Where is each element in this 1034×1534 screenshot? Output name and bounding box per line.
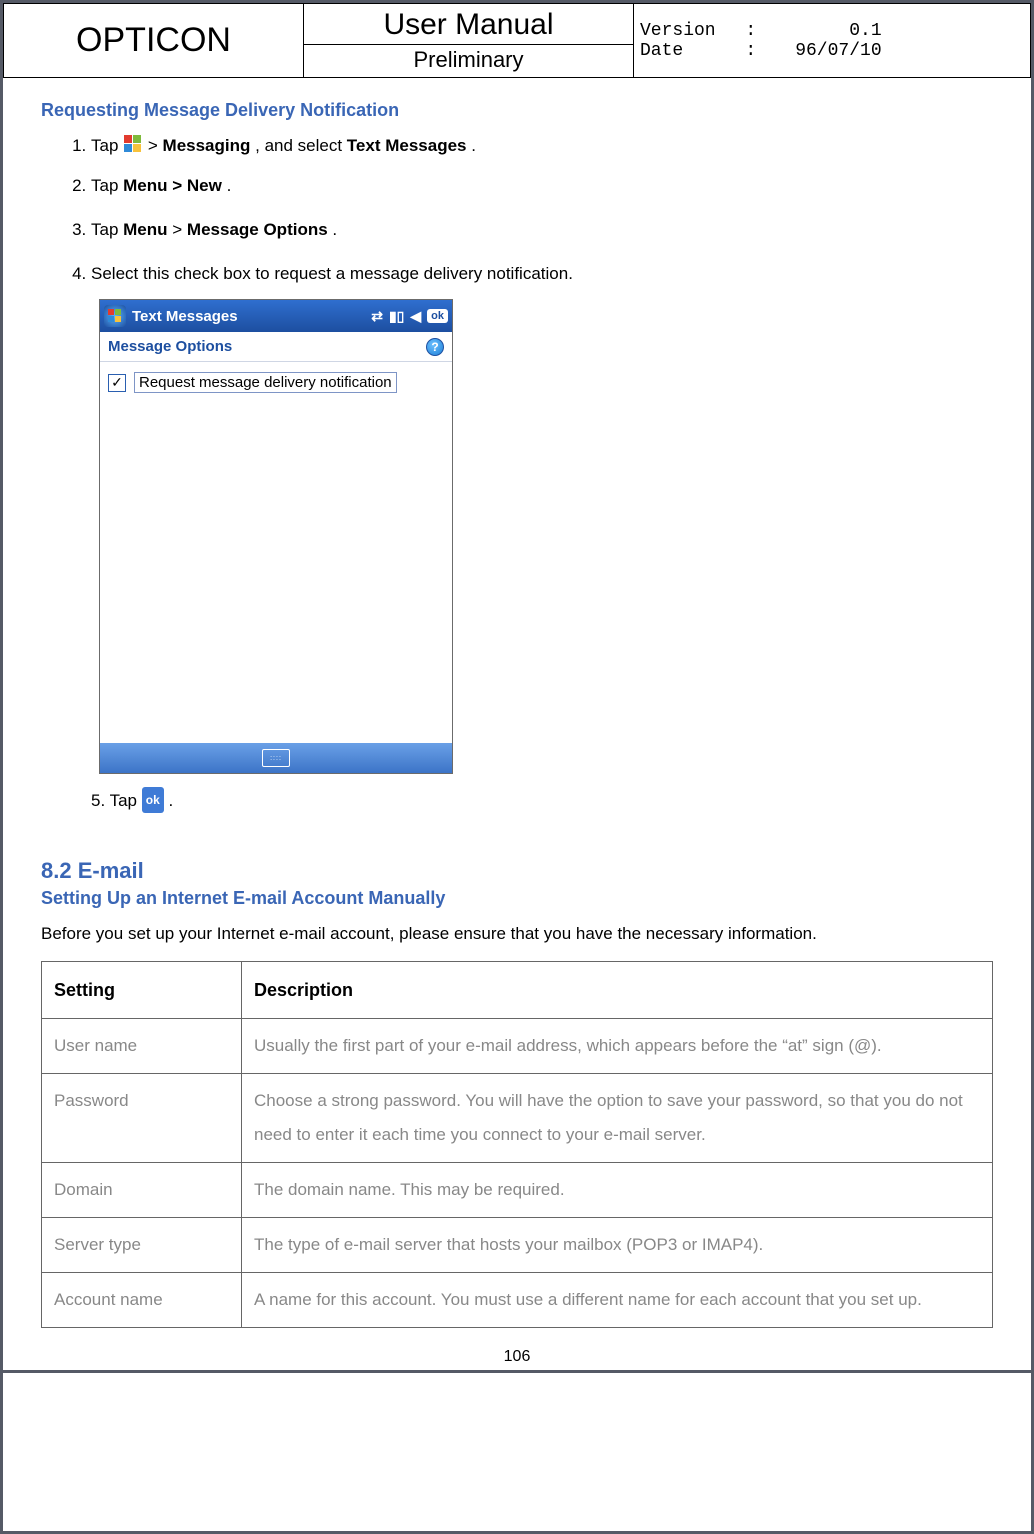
step-2-text-a: Tap (91, 176, 123, 195)
step-3-bold-options: Message Options (187, 220, 328, 239)
step-2-bold: Menu > New (123, 176, 222, 195)
step-3-text-e: . (332, 220, 337, 239)
setting-name: Server type (42, 1218, 242, 1273)
step-5-text-b: . (168, 791, 173, 810)
steps-list: Tap > Messaging , and select Text Messag… (65, 129, 993, 291)
date-value: 96/07/10 (772, 41, 882, 61)
screenshot-titlebar: Text Messages ⇄ ▮▯ ◀ ok (100, 300, 452, 332)
table-row: Domain The domain name. This may be requ… (42, 1163, 993, 1218)
setting-name: Password (42, 1074, 242, 1163)
step-3: Tap Menu > Message Options . (91, 213, 993, 247)
doc-meta: Version : 0.1 Date : 96/07/10 (634, 4, 1031, 78)
step-1-text-b: > (148, 136, 163, 155)
setting-desc: The type of e-mail server that hosts you… (242, 1218, 993, 1273)
col-header-description: Description (242, 962, 993, 1019)
ok-button[interactable]: ok (427, 309, 448, 323)
delivery-notification-label: Request message delivery notification (134, 372, 397, 393)
setting-name: User name (42, 1019, 242, 1074)
page-number: 106 (3, 1338, 1031, 1370)
meta-sep-1: : (741, 21, 761, 41)
ok-badge-icon: ok (142, 787, 164, 813)
step-1: Tap > Messaging , and select Text Messag… (91, 129, 993, 163)
step-1-text-a: Tap (91, 136, 123, 155)
step-1-text-d: , and select (255, 136, 347, 155)
connectivity-icon: ⇄ (371, 308, 383, 325)
screenshot-subbar: Message Options ? (100, 332, 452, 362)
start-menu-icon (123, 134, 143, 154)
heading-email: 8.2 E-mail (41, 858, 993, 884)
delivery-notification-checkbox[interactable]: ✓ (108, 374, 126, 392)
screenshot-option-row: ✓ Request message delivery notification (100, 362, 452, 403)
step-3-bold-menu: Menu (123, 220, 167, 239)
heading-requesting-notification: Requesting Message Delivery Notification (41, 100, 993, 121)
col-header-setting: Setting (42, 962, 242, 1019)
setting-name: Account name (42, 1273, 242, 1328)
help-icon[interactable]: ? (426, 338, 444, 356)
step-1-bold-text-messages: Text Messages (347, 136, 467, 155)
step-1-bold-messaging: Messaging (163, 136, 251, 155)
setting-desc: A name for this account. You must use a … (242, 1273, 993, 1328)
meta-sep-2: : (741, 41, 761, 61)
keyboard-icon[interactable]: :::: (262, 749, 290, 767)
version-value: 0.1 (772, 21, 882, 41)
step-5: 5. Tap ok . (91, 784, 993, 818)
date-label: Date (640, 41, 730, 61)
document-header: OPTICON User Manual Version : 0.1 Date :… (3, 3, 1031, 78)
step-2-text-c: . (227, 176, 232, 195)
heading-setup-email: Setting Up an Internet E-mail Account Ma… (41, 888, 993, 909)
setting-name: Domain (42, 1163, 242, 1218)
doc-subtitle: Preliminary (304, 45, 634, 78)
table-row: Password Choose a strong password. You w… (42, 1074, 993, 1163)
version-label: Version (640, 21, 730, 41)
settings-table: Setting Description User name Usually th… (41, 961, 993, 1328)
footer-rule (3, 1370, 1031, 1373)
screenshot-bottombar: :::: (100, 743, 452, 773)
table-row: User name Usually the first part of your… (42, 1019, 993, 1074)
step-2: Tap Menu > New . (91, 169, 993, 203)
step-4: Select this check box to request a messa… (91, 257, 993, 291)
page: OPTICON User Manual Version : 0.1 Date :… (0, 0, 1034, 1534)
step-3-text-c: > (172, 220, 187, 239)
doc-title: User Manual (304, 4, 634, 45)
screenshot-title: Text Messages (132, 308, 238, 325)
content: Requesting Message Delivery Notification… (3, 78, 1031, 1338)
table-row: Account name A name for this account. Yo… (42, 1273, 993, 1328)
table-row: Server type The type of e-mail server th… (42, 1218, 993, 1273)
volume-icon: ◀ (410, 308, 421, 325)
windows-flag-icon (104, 305, 126, 327)
step-1-text-f: . (471, 136, 476, 155)
screenshot-subbar-title: Message Options (108, 338, 232, 355)
setting-desc: The domain name. This may be required. (242, 1163, 993, 1218)
step-3-text-a: Tap (91, 220, 123, 239)
table-header-row: Setting Description (42, 962, 993, 1019)
setting-desc: Choose a strong password. You will have … (242, 1074, 993, 1163)
step-5-text-a: 5. Tap (91, 791, 142, 810)
screenshot-message-options: Text Messages ⇄ ▮▯ ◀ ok Message Options … (99, 299, 453, 774)
signal-icon: ▮▯ (389, 308, 404, 325)
brand-cell: OPTICON (4, 4, 304, 78)
intro-paragraph: Before you set up your Internet e-mail a… (41, 917, 993, 951)
screenshot-sys-icons: ⇄ ▮▯ ◀ ok (371, 308, 448, 325)
setting-desc: Usually the first part of your e-mail ad… (242, 1019, 993, 1074)
